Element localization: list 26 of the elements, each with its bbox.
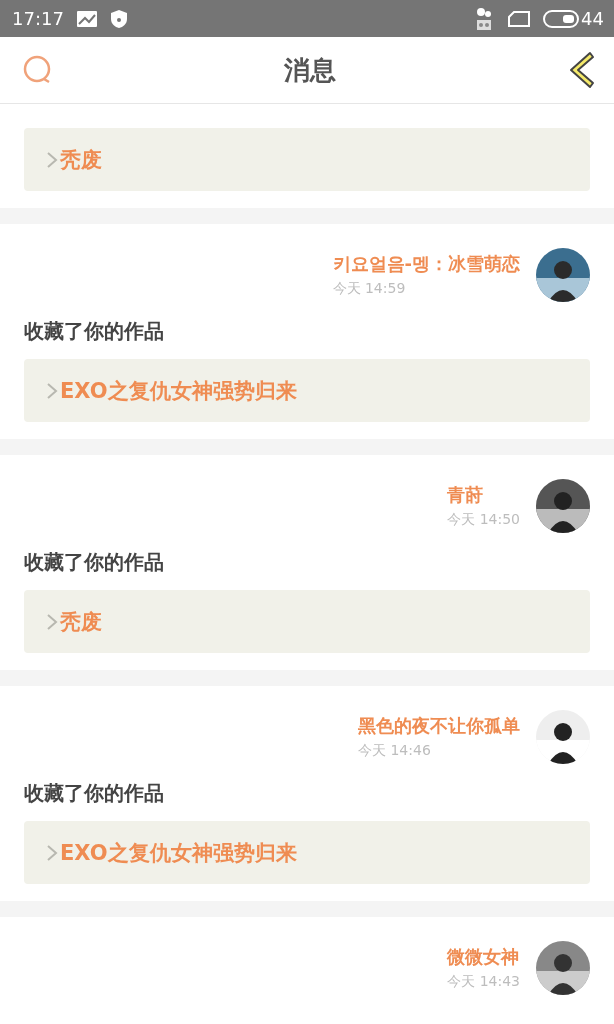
shield-icon xyxy=(109,8,128,29)
user-name[interactable]: 키요얼음-멩：冰雪萌恋 xyxy=(332,252,520,276)
image-icon xyxy=(75,9,98,28)
clock: 17:17 xyxy=(12,8,64,29)
user-name[interactable]: 微微女神 xyxy=(447,945,520,969)
battery-icon xyxy=(543,8,580,29)
chevron-icon xyxy=(46,150,58,169)
user-name[interactable]: 黑色的夜不让你孤单 xyxy=(358,714,520,738)
message-time: 今天 14:43 xyxy=(447,973,520,991)
user-name[interactable]: 青莳 xyxy=(447,483,484,507)
battery-level: 44 xyxy=(581,8,604,29)
chevron-icon xyxy=(46,843,58,862)
work-link[interactable]: 秃废 xyxy=(24,590,590,653)
message-time: 今天 14:50 xyxy=(447,511,520,529)
chevron-icon xyxy=(46,381,58,400)
work-link[interactable]: EXO之复仇女神强势归来 xyxy=(24,821,590,884)
message-time: 今天 14:46 xyxy=(358,742,431,760)
action-text: 收藏了你的作品 xyxy=(24,780,165,807)
chevron-icon xyxy=(46,612,58,631)
page-title: 消息 xyxy=(284,53,336,87)
action-text: 收藏了你的作品 xyxy=(24,549,165,576)
message-time: 今天 14:59 xyxy=(332,280,406,298)
sim-card-icon xyxy=(507,9,532,28)
work-link[interactable]: 秃废 xyxy=(24,128,590,191)
work-link[interactable]: EXO之复仇女神强势归来 xyxy=(24,359,590,422)
action-text: 收藏了你的作品 xyxy=(24,318,165,345)
